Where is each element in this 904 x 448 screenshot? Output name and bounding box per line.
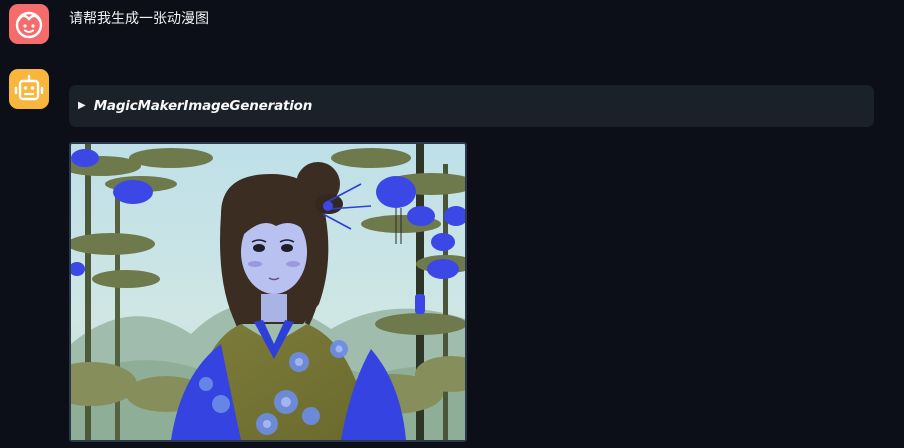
tool-call-name: MagicMakerImageGeneration xyxy=(93,98,313,114)
user-message-text: 请帮我生成一张动漫图 xyxy=(69,11,209,27)
chat-view: 请帮我生成一张动漫图 ▶ MagicMakerImageGeneration xyxy=(0,0,904,448)
girl-face-icon xyxy=(15,11,43,39)
generated-image[interactable] xyxy=(69,142,467,442)
assistant-avatar xyxy=(9,69,49,109)
user-avatar xyxy=(9,4,49,44)
robot-face-icon xyxy=(14,74,44,101)
anime-illustration xyxy=(71,144,465,440)
triangle-right-icon: ▶ xyxy=(78,100,86,111)
tool-call-toggle[interactable]: ▶ MagicMakerImageGeneration xyxy=(69,85,874,127)
